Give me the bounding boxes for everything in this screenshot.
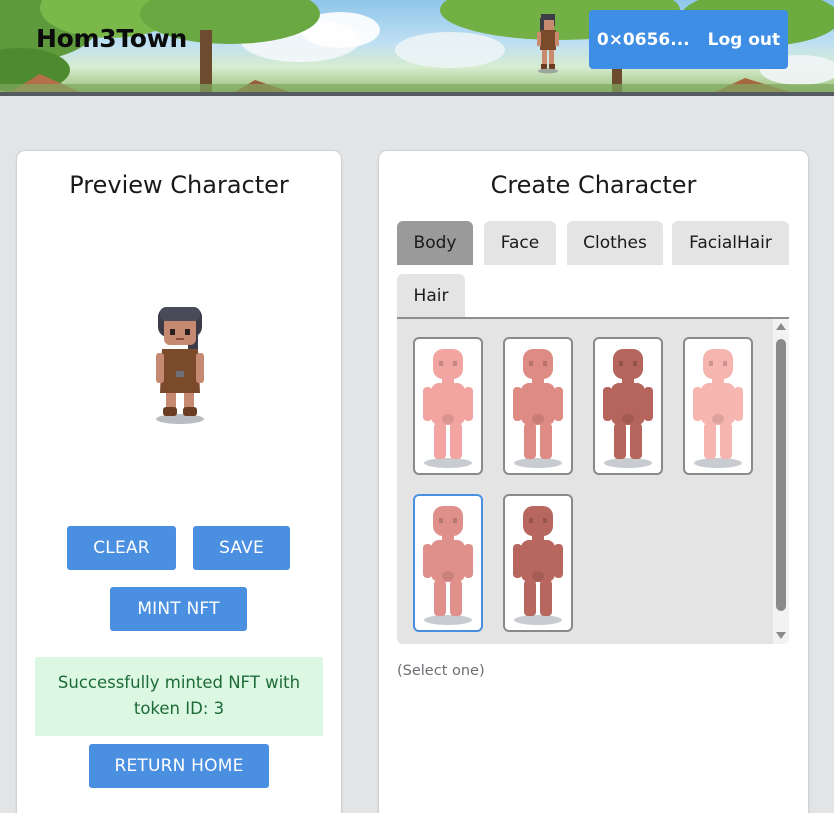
clear-button[interactable]: CLEAR [67,526,176,570]
create-character-card: Create Character Body Face Clothes Facia… [379,151,808,813]
body-option-tile[interactable] [683,337,753,475]
body-figure-icon [603,349,653,468]
tab-clothes[interactable]: Clothes [567,221,663,265]
create-title: Create Character [490,171,697,199]
logout-button[interactable]: Log out [708,30,781,50]
body-option-tile[interactable] [503,494,573,632]
character-preview-sprite [156,307,204,424]
header-divider [0,92,834,96]
body-figure-icon [513,349,563,468]
return-home-button[interactable]: RETURN HOME [89,744,269,788]
body-options-panel [397,317,789,644]
body-option-tile[interactable] [593,337,663,475]
body-figure-icon [423,349,473,468]
mint-nft-button[interactable]: MINT NFT [110,587,247,631]
brand-title[interactable]: Hom3Town [36,24,187,53]
tab-facialhair[interactable]: FacialHair [672,221,789,265]
scroll-down-arrow-icon[interactable] [776,632,786,639]
user-avatar-sprite [537,14,559,74]
tab-hair[interactable]: Hair [397,274,465,318]
body-option-tile[interactable] [413,494,483,632]
body-figure-icon [513,506,563,625]
save-button[interactable]: SAVE [193,526,290,570]
tab-body[interactable]: Body [397,221,473,265]
preview-character-card: Preview Character CLEAR SAVE MINT NFT Su… [17,151,341,813]
body-option-tile[interactable] [503,337,573,475]
tab-face[interactable]: Face [484,221,556,265]
mint-success-alert: Successfully minted NFT with token ID: 3 [35,657,323,736]
body-option-tile[interactable] [413,337,483,475]
success-message-line2: token ID: 3 [133,699,225,718]
preview-title: Preview Character [69,171,289,199]
selection-hint: (Select one) [397,663,485,679]
body-figure-icon [693,349,743,468]
scroll-thumb[interactable] [776,339,786,611]
wallet-address[interactable]: 0×0656... [597,30,690,50]
body-figure-icon [423,506,473,625]
header-banner: Hom3Town 0×0656... Log out [0,0,834,96]
scroll-up-arrow-icon[interactable] [776,323,786,330]
success-message-line1: Successfully minted NFT with [57,673,301,692]
options-scrollbar[interactable] [773,319,789,644]
account-button[interactable]: 0×0656... Log out [589,10,788,69]
